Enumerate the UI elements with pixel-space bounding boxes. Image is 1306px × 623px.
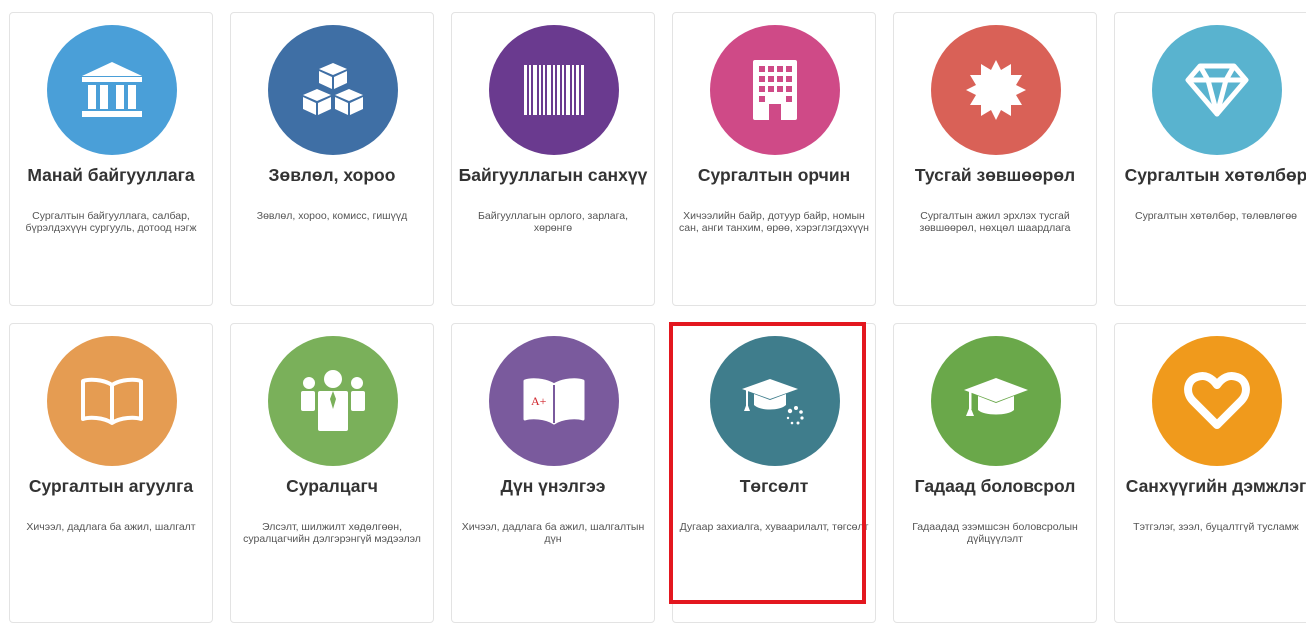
card-description: Дугаар захиалга, хуваарилалт, төгсөлт — [679, 521, 869, 533]
card-council-committee[interactable]: Зөвлөл, хороо Зөвлөл, хороо, комисс, гиш… — [230, 12, 434, 306]
institution-icon — [47, 25, 177, 155]
card-title: Санхүүгийн дэмжлэг — [1125, 476, 1306, 496]
book-icon — [47, 336, 177, 466]
card-description: Зөвлөл, хороо, комисс, гишүүд — [256, 210, 408, 222]
card-title: Манай байгууллага — [27, 165, 195, 185]
card-title: Сургалтын хөтөлбөр — [1124, 165, 1306, 185]
barcode-icon — [489, 25, 619, 155]
card-financial-support[interactable]: Санхүүгийн дэмжлэг Тэтгэлэг, зээл, буцал… — [1114, 323, 1306, 623]
card-graduation[interactable]: Төгсөлт Дугаар захиалга, хуваарилалт, тө… — [672, 323, 876, 623]
heart-icon — [1152, 336, 1282, 466]
grade-book-icon: A+ — [489, 336, 619, 466]
students-icon — [268, 336, 398, 466]
card-title: Төгсөлт — [739, 476, 809, 496]
card-description: Элсэлт, шилжилт хөдөлгөөн, суралцагчийн … — [243, 521, 421, 545]
card-title: Сургалтын орчин — [697, 165, 851, 185]
svg-text:A+: A+ — [531, 394, 547, 408]
card-foreign-education[interactable]: Гадаад боловсрол Гадаадад эзэмшсэн болов… — [893, 323, 1097, 623]
card-description: Сургалтын ажил эрхлэх тусгай зөвшөөрөл, … — [919, 210, 1071, 234]
card-our-organization[interactable]: Манай байгууллага Сургалтын байгууллага,… — [9, 12, 213, 306]
card-description: Сургалтын байгууллага, салбар, бүрэлдэхү… — [25, 210, 197, 234]
card-title: Сургалтын агуулга — [28, 476, 194, 496]
card-description: Байгууллагын орлого, зарлага, хөрөнгө — [477, 210, 628, 234]
card-title: Гадаад боловсрол — [914, 476, 1076, 496]
card-description: Хичээл, дадлага ба ажил, шалгалтын дүн — [461, 521, 645, 545]
card-learning-environment[interactable]: Сургалтын орчин Хичээлийн байр, дотуур б… — [672, 12, 876, 306]
card-training-content[interactable]: Сургалтын агуулга Хичээл, дадлага ба ажи… — [9, 323, 213, 623]
card-description: Хичээл, дадлага ба ажил, шалгалт — [26, 521, 196, 533]
card-description: Сургалтын хөтөлбөр, төлөвлөгөө — [1134, 210, 1297, 222]
card-learner[interactable]: Суралцагч Элсэлт, шилжилт хөдөлгөөн, сур… — [230, 323, 434, 623]
card-grade-assessment[interactable]: A+ Дүн үнэлгээ Хичээл, дадлага ба ажил, … — [451, 323, 655, 623]
card-title: Байгууллагын санхүү — [458, 165, 648, 185]
card-organization-finance[interactable]: Байгууллагын санхүү Байгууллагын орлого,… — [451, 12, 655, 306]
card-title: Суралцагч — [286, 476, 378, 496]
card-title: Зөвлөл, хороо — [268, 165, 396, 185]
diamond-icon — [1152, 25, 1282, 155]
card-title: Дүн үнэлгээ — [500, 476, 606, 496]
card-description: Тэтгэлэг, зээл, буцалтгүй тусламж — [1133, 521, 1299, 533]
card-special-license[interactable]: Тусгай зөвшөөрөл Сургалтын ажил эрхлэх т… — [893, 12, 1097, 306]
building-icon — [710, 25, 840, 155]
graduation-cap-icon — [931, 336, 1061, 466]
card-description: Гадаадад эзэмшсэн боловсролын дүйцүүлэлт — [912, 521, 1078, 545]
certificate-icon — [931, 25, 1061, 155]
graduation-cap-loading-icon — [710, 336, 840, 466]
card-description: Хичээлийн байр, дотуур байр, номын сан, … — [679, 210, 869, 234]
card-title: Тусгай зөвшөөрөл — [914, 165, 1076, 185]
card-curriculum[interactable]: Сургалтын хөтөлбөр Сургалтын хөтөлбөр, т… — [1114, 12, 1306, 306]
cubes-icon — [268, 25, 398, 155]
